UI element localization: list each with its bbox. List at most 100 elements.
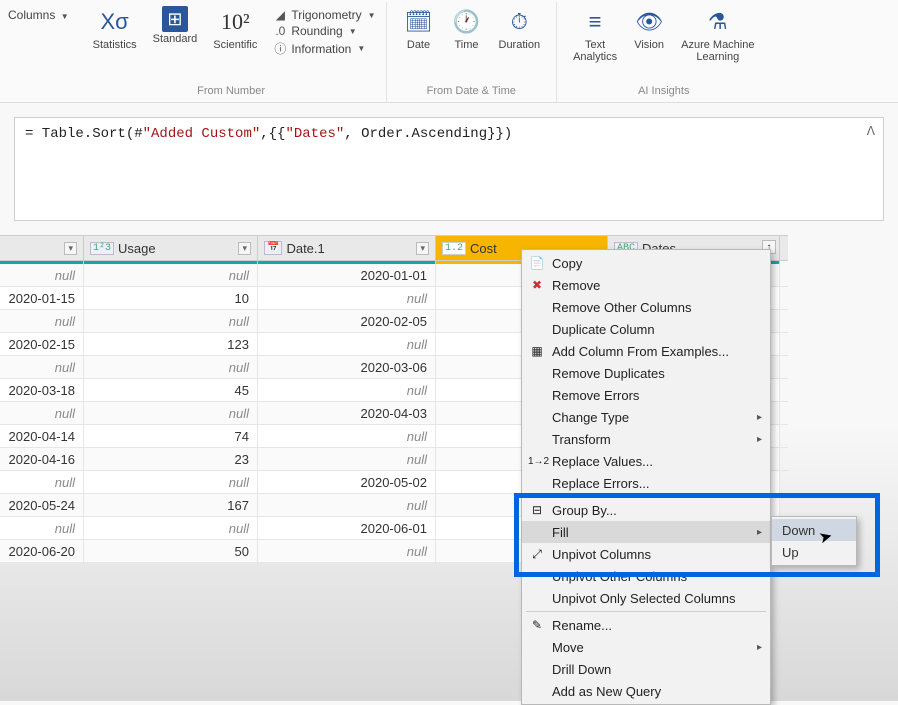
- cell[interactable]: 123: [84, 333, 258, 355]
- cell[interactable]: 50: [84, 540, 258, 562]
- cell[interactable]: 167: [84, 494, 258, 516]
- fill-down[interactable]: Down: [772, 519, 856, 541]
- cell[interactable]: 2020-02-15: [0, 333, 84, 355]
- cell[interactable]: null: [84, 310, 258, 332]
- formula-string-1: "Added Custom": [143, 126, 261, 142]
- cell[interactable]: null: [258, 425, 436, 447]
- ctx-replace-errors[interactable]: Replace Errors...: [522, 472, 770, 494]
- ctx-drill[interactable]: Drill Down: [522, 658, 770, 680]
- cell[interactable]: 2020-02-05: [258, 310, 436, 332]
- standard-button[interactable]: ⊞ Standard: [147, 4, 204, 47]
- cell[interactable]: 2020-01-01: [258, 264, 436, 286]
- formula-mid: ,{{: [260, 126, 285, 142]
- text-analytics-label: Text Analytics: [573, 39, 617, 63]
- cell[interactable]: null: [258, 333, 436, 355]
- submenu-arrow-icon: ▸: [757, 412, 762, 423]
- azure-ml-button[interactable]: ⚗ Azure Machine Learning: [675, 4, 760, 65]
- duration-label: Duration: [499, 39, 541, 51]
- cell[interactable]: null: [0, 356, 84, 378]
- text-icon: ≡: [579, 6, 611, 38]
- filter-icon[interactable]: ▾: [416, 242, 429, 255]
- cell[interactable]: 23: [84, 448, 258, 470]
- cell[interactable]: null: [84, 517, 258, 539]
- column-header-0[interactable]: ▾: [0, 236, 84, 260]
- ctx-copy[interactable]: 📄Copy: [522, 252, 770, 274]
- cell[interactable]: null: [84, 402, 258, 424]
- cell[interactable]: null: [84, 471, 258, 493]
- cell[interactable]: 45: [84, 379, 258, 401]
- ctx-remove-errors[interactable]: Remove Errors: [522, 384, 770, 406]
- cell[interactable]: null: [0, 471, 84, 493]
- ctx-replace-values[interactable]: 1→2Replace Values...: [522, 450, 770, 472]
- cell[interactable]: null: [258, 448, 436, 470]
- ribbon-group-datetime: 🗓 Date 🕐 Time ⏱ Duration From Date & Tim…: [387, 2, 558, 102]
- ctx-remove-dupes[interactable]: Remove Duplicates: [522, 362, 770, 384]
- formula-string-2: "Dates": [285, 126, 344, 142]
- text-analytics-button[interactable]: ≡ Text Analytics: [567, 4, 623, 65]
- ctx-remove[interactable]: ✖Remove: [522, 274, 770, 296]
- cell[interactable]: null: [84, 356, 258, 378]
- fill-submenu: Down Up: [771, 516, 857, 566]
- column-header-usage[interactable]: 1²3 Usage ▾: [84, 236, 258, 260]
- cell[interactable]: null: [258, 540, 436, 562]
- cell[interactable]: null: [0, 310, 84, 332]
- ctx-unpivot-other[interactable]: Unpivot Other Columns: [522, 565, 770, 587]
- cell[interactable]: null: [0, 264, 84, 286]
- cell[interactable]: null: [258, 287, 436, 309]
- ctx-add-examples[interactable]: ▦Add Column From Examples...: [522, 340, 770, 362]
- cell[interactable]: 2020-05-02: [258, 471, 436, 493]
- formula-bar[interactable]: = Table.Sort(#"Added Custom",{{"Dates", …: [14, 117, 884, 221]
- information-button[interactable]: ⓘ Information ▼: [273, 40, 375, 57]
- cell[interactable]: 10: [84, 287, 258, 309]
- columns-label: Columns: [8, 8, 55, 22]
- ctx-rename[interactable]: ✎Rename...: [522, 614, 770, 636]
- col2-name: Date.1: [286, 241, 416, 256]
- column-header-date1[interactable]: 📅 Date.1 ▾: [258, 236, 436, 260]
- formula-prefix: = Table.Sort(#: [25, 126, 143, 142]
- copy-icon: 📄: [528, 256, 546, 270]
- vision-button[interactable]: 👁 Vision: [627, 4, 671, 53]
- decimal-type-icon: 1.2: [442, 242, 466, 255]
- stopwatch-icon: ⏱: [503, 6, 535, 38]
- ctx-fill[interactable]: Fill▸: [522, 521, 770, 543]
- ctx-unpivot-selected[interactable]: Unpivot Only Selected Columns: [522, 587, 770, 609]
- cell[interactable]: 74: [84, 425, 258, 447]
- cell[interactable]: null: [84, 264, 258, 286]
- cell[interactable]: null: [258, 379, 436, 401]
- cell[interactable]: null: [0, 517, 84, 539]
- cell[interactable]: null: [0, 402, 84, 424]
- filter-icon[interactable]: ▾: [238, 242, 251, 255]
- collapse-icon[interactable]: ᐱ: [867, 124, 875, 139]
- duration-button[interactable]: ⏱ Duration: [493, 4, 547, 53]
- cell[interactable]: 2020-03-18: [0, 379, 84, 401]
- date-button[interactable]: 🗓 Date: [397, 4, 441, 53]
- ctx-unpivot[interactable]: ⤢Unpivot Columns: [522, 543, 770, 565]
- time-label: Time: [454, 39, 478, 51]
- cell[interactable]: 2020-05-24: [0, 494, 84, 516]
- cell[interactable]: 2020-04-14: [0, 425, 84, 447]
- ctx-add-query[interactable]: Add as New Query: [522, 680, 770, 702]
- rounding-button[interactable]: .0 Rounding ▼: [273, 24, 375, 38]
- ctx-change-type[interactable]: Change Type▸: [522, 406, 770, 428]
- time-button[interactable]: 🕐 Time: [445, 4, 489, 53]
- ctx-move[interactable]: Move▸: [522, 636, 770, 658]
- filter-icon[interactable]: ▾: [64, 242, 77, 255]
- ctx-remove-other[interactable]: Remove Other Columns: [522, 296, 770, 318]
- cell[interactable]: 2020-06-01: [258, 517, 436, 539]
- cell[interactable]: 2020-06-20: [0, 540, 84, 562]
- standard-label: Standard: [153, 33, 198, 45]
- cell[interactable]: 2020-03-06: [258, 356, 436, 378]
- ctx-duplicate[interactable]: Duplicate Column: [522, 318, 770, 340]
- calendar-icon: 🗓: [403, 6, 435, 38]
- cell[interactable]: null: [258, 494, 436, 516]
- scientific-button[interactable]: 10² Scientific: [207, 4, 263, 53]
- cell[interactable]: 2020-01-15: [0, 287, 84, 309]
- ctx-group-by[interactable]: ⊟Group By...: [522, 499, 770, 521]
- cell[interactable]: 2020-04-16: [0, 448, 84, 470]
- fill-up[interactable]: Up: [772, 541, 856, 563]
- statistics-button[interactable]: Χσ Statistics: [87, 4, 143, 53]
- ctx-transform[interactable]: Transform▸: [522, 428, 770, 450]
- columns-button[interactable]: Columns ▼: [0, 2, 77, 34]
- cell[interactable]: 2020-04-03: [258, 402, 436, 424]
- trigonometry-button[interactable]: ◢ Trigonometry ▼: [273, 8, 375, 22]
